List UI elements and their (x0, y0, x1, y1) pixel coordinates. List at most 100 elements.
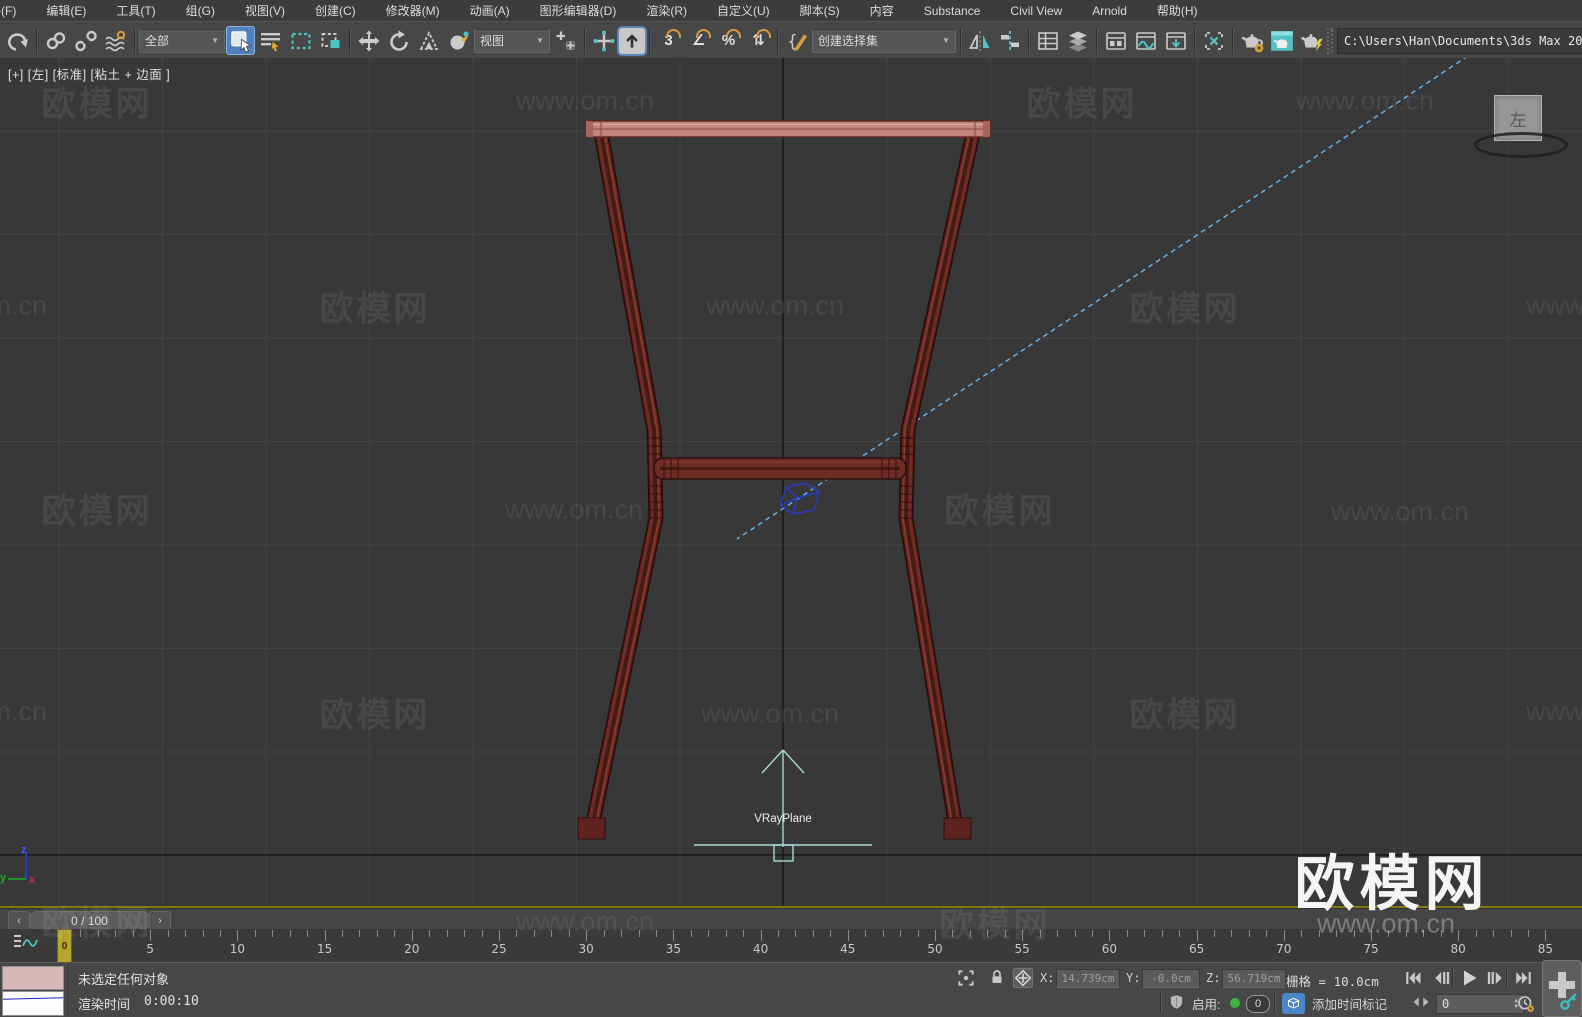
timeline-ruler[interactable]: 0 5 10 15 20 25 30 35 40 45 50 55 60 65 70 75 80 85 (0, 929, 1582, 963)
ruler-tick (1266, 930, 1268, 937)
absolute-offset-mode-toggle[interactable] (1012, 967, 1034, 989)
mini-curve-editor-button[interactable] (10, 931, 44, 953)
menu-item-10[interactable]: 自定义(U) (702, 2, 785, 19)
menu-item-16[interactable]: 帮助(H) (1142, 2, 1213, 19)
current-frame-marker[interactable]: 0 (57, 929, 72, 963)
vrayplane-gizmo[interactable] (694, 749, 872, 862)
bind-to-space-warp-button[interactable] (101, 26, 130, 55)
ruler-tick (202, 930, 204, 937)
named-selection-sets-dropdown[interactable]: 创建选择集 ▼ (812, 28, 956, 53)
percent-snap-toggle-button[interactable]: % (714, 26, 743, 55)
selection-filter-dropdown[interactable]: 全部 ▼ (139, 28, 225, 53)
play-animation-button[interactable] (1456, 966, 1481, 989)
curve-editor-button[interactable] (1131, 26, 1160, 55)
select-and-move-button[interactable] (354, 26, 383, 55)
previous-frame-button[interactable] (1429, 966, 1454, 989)
mirror-button[interactable] (965, 26, 994, 55)
select-and-rotate-button[interactable] (384, 26, 413, 55)
ruler-tick (743, 930, 745, 937)
menu-item-0[interactable]: 文件(F) (0, 2, 31, 19)
previous-frame-arrow-button[interactable]: ‹ (8, 911, 30, 930)
menu-item-8[interactable]: 图形编辑器(D) (525, 2, 632, 19)
scene-canvas (0, 58, 1582, 906)
menu-item-15[interactable]: Arnold (1077, 4, 1142, 18)
menu-item-4[interactable]: 视图(V) (230, 2, 300, 19)
menu-item-3[interactable]: 组(G) (171, 2, 230, 19)
ruler-tick (847, 930, 849, 941)
render-setup-button[interactable] (1237, 26, 1266, 55)
menu-item-1[interactable]: 编辑(E) (31, 2, 101, 19)
edit-named-selection-sets-button[interactable]: { (782, 26, 811, 55)
security-count-badge[interactable]: 0 (1246, 995, 1270, 1013)
menu-item-12[interactable]: 内容 (855, 2, 909, 19)
ruler-tick (1405, 930, 1407, 937)
menu-item-9[interactable]: 渲染(R) (631, 2, 702, 19)
select-and-manipulate-button[interactable] (589, 26, 618, 55)
ruler-tick (115, 930, 117, 937)
go-to-end-button[interactable] (1510, 966, 1535, 989)
select-object-button[interactable] (226, 26, 255, 55)
reference-coordinate-dropdown[interactable]: 视图 ▼ (474, 28, 550, 53)
select-by-name-button[interactable] (256, 26, 285, 55)
toggle-layer-explorer-button[interactable] (1063, 26, 1092, 55)
toolbar-separator (581, 27, 588, 54)
time-configuration-button[interactable] (1516, 994, 1536, 1014)
project-folder-field[interactable]: C:\Users\Han\Documents\3ds Max 2022▼ (1337, 27, 1582, 54)
rendered-frame-window-button[interactable] (1267, 26, 1296, 55)
security-shield-icon[interactable] (1168, 993, 1185, 1011)
render-production-button[interactable] (1297, 26, 1326, 55)
redo-button[interactable] (3, 26, 32, 55)
viewcube-compass-ring[interactable] (1474, 132, 1568, 158)
keyboard-shortcut-override-toggle[interactable] (619, 27, 645, 54)
coord-x-field[interactable]: 14.739cm (1056, 969, 1120, 988)
schematic-view-button[interactable] (1161, 26, 1190, 55)
ruler-tick (568, 930, 570, 937)
current-frame-field[interactable]: 0 ▲ ▼ (1436, 994, 1524, 1014)
menu-item-14[interactable]: Civil View (995, 4, 1077, 18)
ruler-tick (882, 930, 884, 937)
angle-snap-toggle-button[interactable]: ∠ (684, 26, 713, 55)
selection-lock-toggle[interactable] (988, 968, 1006, 986)
snap-toggle-3d-button[interactable]: 3 (654, 26, 683, 55)
status-divider (68, 965, 70, 1015)
toggle-ribbon-button[interactable] (1101, 26, 1130, 55)
maxscript-mini-listener[interactable] (2, 991, 64, 1016)
add-time-tag-cube-icon[interactable] (1282, 993, 1305, 1014)
menu-item-2[interactable]: 工具(T) (101, 2, 170, 19)
next-frame-arrow-button[interactable]: › (149, 911, 171, 930)
align-button[interactable] (995, 26, 1024, 55)
unlink-button[interactable] (71, 26, 100, 55)
rectangular-selection-region-button[interactable] (286, 26, 315, 55)
use-pivot-point-button[interactable] (551, 26, 580, 55)
next-frame-button[interactable] (1482, 966, 1507, 989)
time-slider[interactable]: 0 / 100 (29, 911, 150, 930)
go-to-start-button[interactable] (1400, 966, 1425, 989)
key-step-arrows[interactable] (1412, 996, 1430, 1008)
set-key-button[interactable] (1542, 960, 1582, 1017)
add-time-tag-label[interactable]: 添加时间标记 (1312, 994, 1387, 1013)
table-frame-model[interactable] (577, 120, 991, 840)
select-and-place-button[interactable] (444, 26, 473, 55)
menu-item-6[interactable]: 修改器(M) (371, 2, 455, 19)
toggle-scene-explorer-button[interactable] (1033, 26, 1062, 55)
viewport[interactable]: [+] [左] [标准] [粘土 + 边面 ] VRayPlane 左 y z … (0, 58, 1582, 906)
select-and-scale-button[interactable] (414, 26, 443, 55)
macro-recorder-mini-listener[interactable] (2, 966, 64, 990)
ruler-tick (324, 930, 326, 941)
isolate-selection-toggle[interactable] (956, 968, 976, 988)
spinner-snap-toggle-button[interactable]: ⇅ (744, 26, 773, 55)
light-object-gizmo[interactable] (780, 482, 820, 515)
menu-item-11[interactable]: 脚本(S) (785, 2, 855, 19)
viewport-label[interactable]: [+] [左] [标准] [粘土 + 边面 ] (8, 64, 170, 83)
ruler-tick (1039, 930, 1041, 937)
window-crossing-toggle-button[interactable] (316, 26, 345, 55)
coord-y-field[interactable]: -0.0cm (1142, 969, 1200, 988)
material-editor-button[interactable] (1199, 26, 1228, 55)
coord-z-field[interactable]: 56.719cm (1222, 969, 1286, 988)
menu-item-5[interactable]: 创建(C) (300, 2, 371, 19)
playback-separator (1452, 968, 1453, 988)
menu-item-7[interactable]: 动画(A) (455, 2, 525, 19)
link-button[interactable] (41, 26, 70, 55)
menu-item-13[interactable]: Substance (909, 4, 996, 18)
toolbar-drag-handle[interactable] (1327, 27, 1333, 54)
